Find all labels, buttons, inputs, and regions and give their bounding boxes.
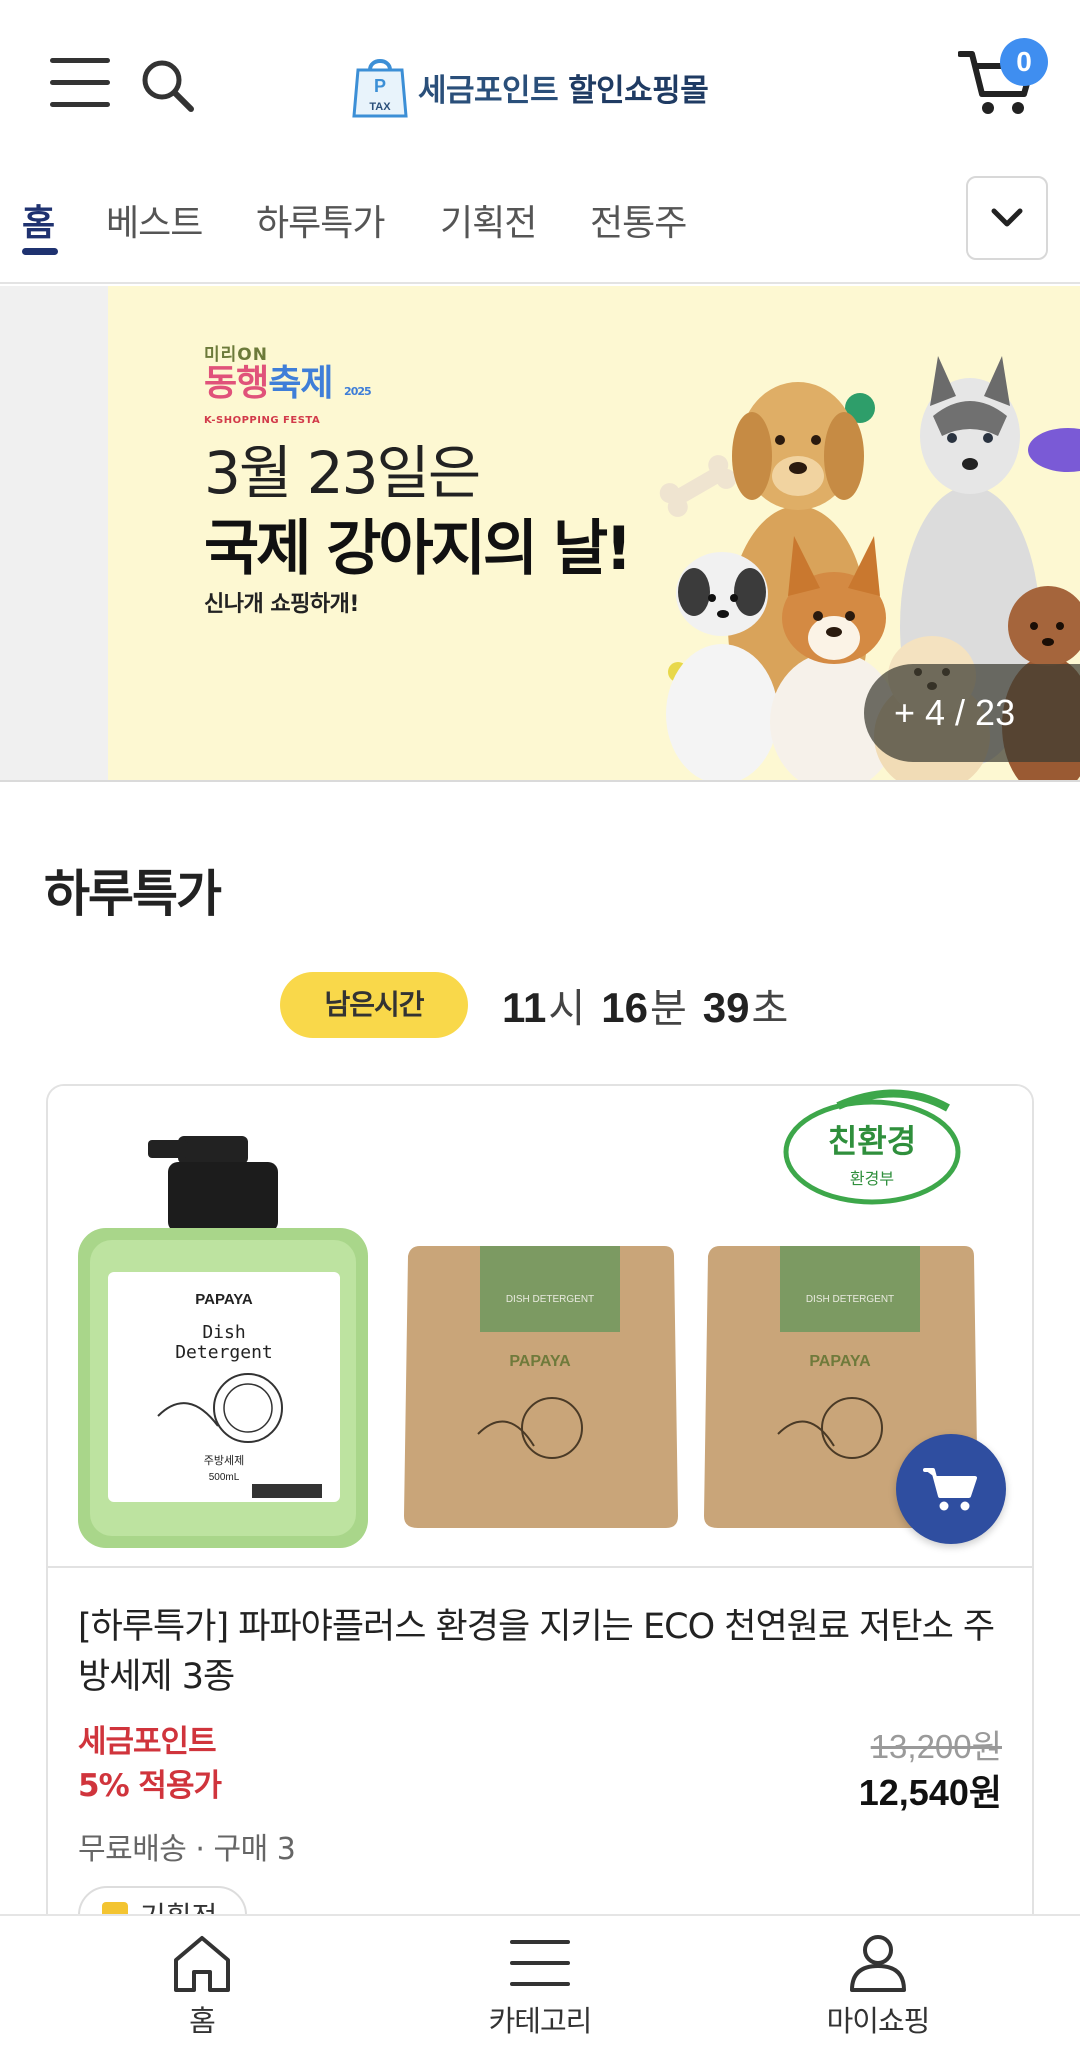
- timer-seconds-unit: 초: [751, 986, 789, 1032]
- festival-logo-part-b: 축제: [268, 363, 333, 404]
- festival-logo-sub: K-SHOPPING FESTA: [204, 415, 321, 426]
- product-photo: 친환경 환경부 PAPAYA Dish Detergent 주방세제 500mL: [78, 1089, 978, 1548]
- timer-seconds: 39: [702, 984, 750, 1031]
- home-icon: [174, 1936, 230, 1992]
- tab-home[interactable]: 홈: [22, 194, 55, 246]
- add-to-cart-button[interactable]: [896, 1434, 1006, 1544]
- svg-text:Dish: Dish: [202, 1322, 245, 1343]
- search-icon[interactable]: [138, 56, 198, 116]
- festival-logo-top: 미리ON: [204, 345, 268, 365]
- user-icon: [850, 1935, 906, 1992]
- detergent-pouch-1: DISH DETERGENT PAPAYA: [404, 1246, 678, 1528]
- timer-minutes: 16: [601, 984, 648, 1031]
- site-logo[interactable]: P TAX 세금포인트 할인쇼핑몰: [352, 52, 709, 122]
- tab-traditional-liquor[interactable]: 전통주: [590, 194, 687, 246]
- festival-logo-main: 동행축제 2025: [204, 363, 372, 411]
- countdown-timer: 남은시간 11 시 16 분 39 초: [280, 972, 788, 1038]
- cart-icon: [923, 1468, 977, 1511]
- menu-icon[interactable]: [50, 56, 112, 110]
- tax-point-label-line1: 세금포인트: [78, 1724, 217, 1760]
- timer-hours-unit: 시: [548, 986, 586, 1032]
- svg-text:PAPAYA: PAPAYA: [195, 1291, 253, 1308]
- nav-category[interactable]: 카테고리: [420, 1916, 660, 2046]
- banner-page-counter[interactable]: + 4 / 23: [864, 664, 1080, 762]
- category-menu-icon: [510, 1940, 570, 1986]
- timer-label-badge: 남은시간: [280, 972, 468, 1038]
- banner-carousel[interactable]: 미리ON 동행축제 2025 K-SHOPPING FESTA 3월 23일은 …: [0, 286, 1080, 782]
- nav-home-label: 홈: [189, 2004, 216, 2038]
- category-tabs: 홈 베스트 하루특가 기획전 전통주: [0, 168, 1080, 284]
- tax-point-label: 세금포인트 5% 적용가: [78, 1720, 222, 1808]
- banner-headline-1: 3월 23일은: [204, 439, 481, 507]
- banner-headline-2: 국제 강아지의 날!: [204, 514, 633, 584]
- svg-text:DISH DETERGENT: DISH DETERGENT: [506, 1294, 594, 1305]
- logo-bag-tax: TAX: [369, 101, 391, 113]
- tabs-expand-button[interactable]: [966, 176, 1048, 260]
- active-tab-indicator: [22, 248, 58, 255]
- logo-text-secondary: 할인쇼핑몰: [568, 72, 709, 109]
- festival-logo-part-a: 동행: [204, 363, 269, 404]
- svg-text:Detergent: Detergent: [175, 1342, 273, 1363]
- product-card[interactable]: 친환경 환경부 PAPAYA Dish Detergent 주방세제 500mL: [46, 1084, 1034, 2046]
- timer-hours: 11: [502, 984, 547, 1031]
- festival-year: 2025: [344, 385, 372, 398]
- svg-text:주방세제: 주방세제: [204, 1454, 244, 1467]
- chevron-down-icon: [991, 208, 1023, 227]
- logo-bag-p: P: [374, 76, 386, 96]
- cart-count-badge: 0: [1000, 38, 1048, 86]
- tab-daily-deal[interactable]: 하루특가: [256, 194, 385, 246]
- shopping-bag-icon: P TAX: [352, 59, 408, 118]
- tax-point-label-line2: 5% 적용가: [78, 1768, 222, 1804]
- nav-home[interactable]: 홈: [82, 1916, 322, 2046]
- product-image[interactable]: 친환경 환경부 PAPAYA Dish Detergent 주방세제 500mL: [48, 1086, 1032, 1568]
- product-title[interactable]: [하루특가] 파파야플러스 환경을 지키는 ECO 천연원료 저탄소 주방세제 …: [78, 1602, 998, 1702]
- svg-text:친환경: 친환경: [828, 1122, 916, 1160]
- tab-best[interactable]: 베스트: [106, 194, 203, 246]
- nav-my-shopping[interactable]: 마이쇼핑: [758, 1916, 998, 2046]
- section-title-daily-deal: 하루특가: [44, 865, 222, 923]
- bottom-navigation: 홈 카테고리 마이쇼핑: [0, 1914, 1080, 2046]
- tab-exhibition[interactable]: 기획전: [440, 194, 537, 246]
- festival-logo: 미리ON 동행축제 2025 K-SHOPPING FESTA: [204, 340, 372, 426]
- sale-price: 12,540원: [858, 1772, 1002, 1813]
- svg-text:PAPAYA: PAPAYA: [509, 1353, 571, 1370]
- detergent-bottle: PAPAYA Dish Detergent 주방세제 500mL: [78, 1136, 368, 1548]
- svg-text:500mL: 500mL: [209, 1472, 240, 1483]
- timer-minutes-unit: 분: [649, 986, 687, 1032]
- timer-value: 11 시 16 분 39 초: [502, 976, 788, 1034]
- logo-text-primary: 세금포인트: [418, 72, 559, 109]
- svg-text:환경부: 환경부: [850, 1169, 894, 1188]
- banner-subtext: 신나개 쇼핑하개!: [204, 592, 359, 617]
- original-price: 13,200원: [870, 1728, 1002, 1765]
- shipping-info: 무료배송 · 구매 3: [78, 1832, 296, 1867]
- svg-text:DISH DETERGENT: DISH DETERGENT: [806, 1294, 894, 1305]
- nav-my-shopping-label: 마이쇼핑: [826, 2004, 931, 2038]
- app-header: P TAX 세금포인트 할인쇼핑몰 0: [0, 0, 1080, 168]
- svg-text:PAPAYA: PAPAYA: [809, 1353, 871, 1370]
- nav-category-label: 카테고리: [488, 2004, 593, 2038]
- eco-certification-badge: 친환경 환경부: [783, 1089, 961, 1205]
